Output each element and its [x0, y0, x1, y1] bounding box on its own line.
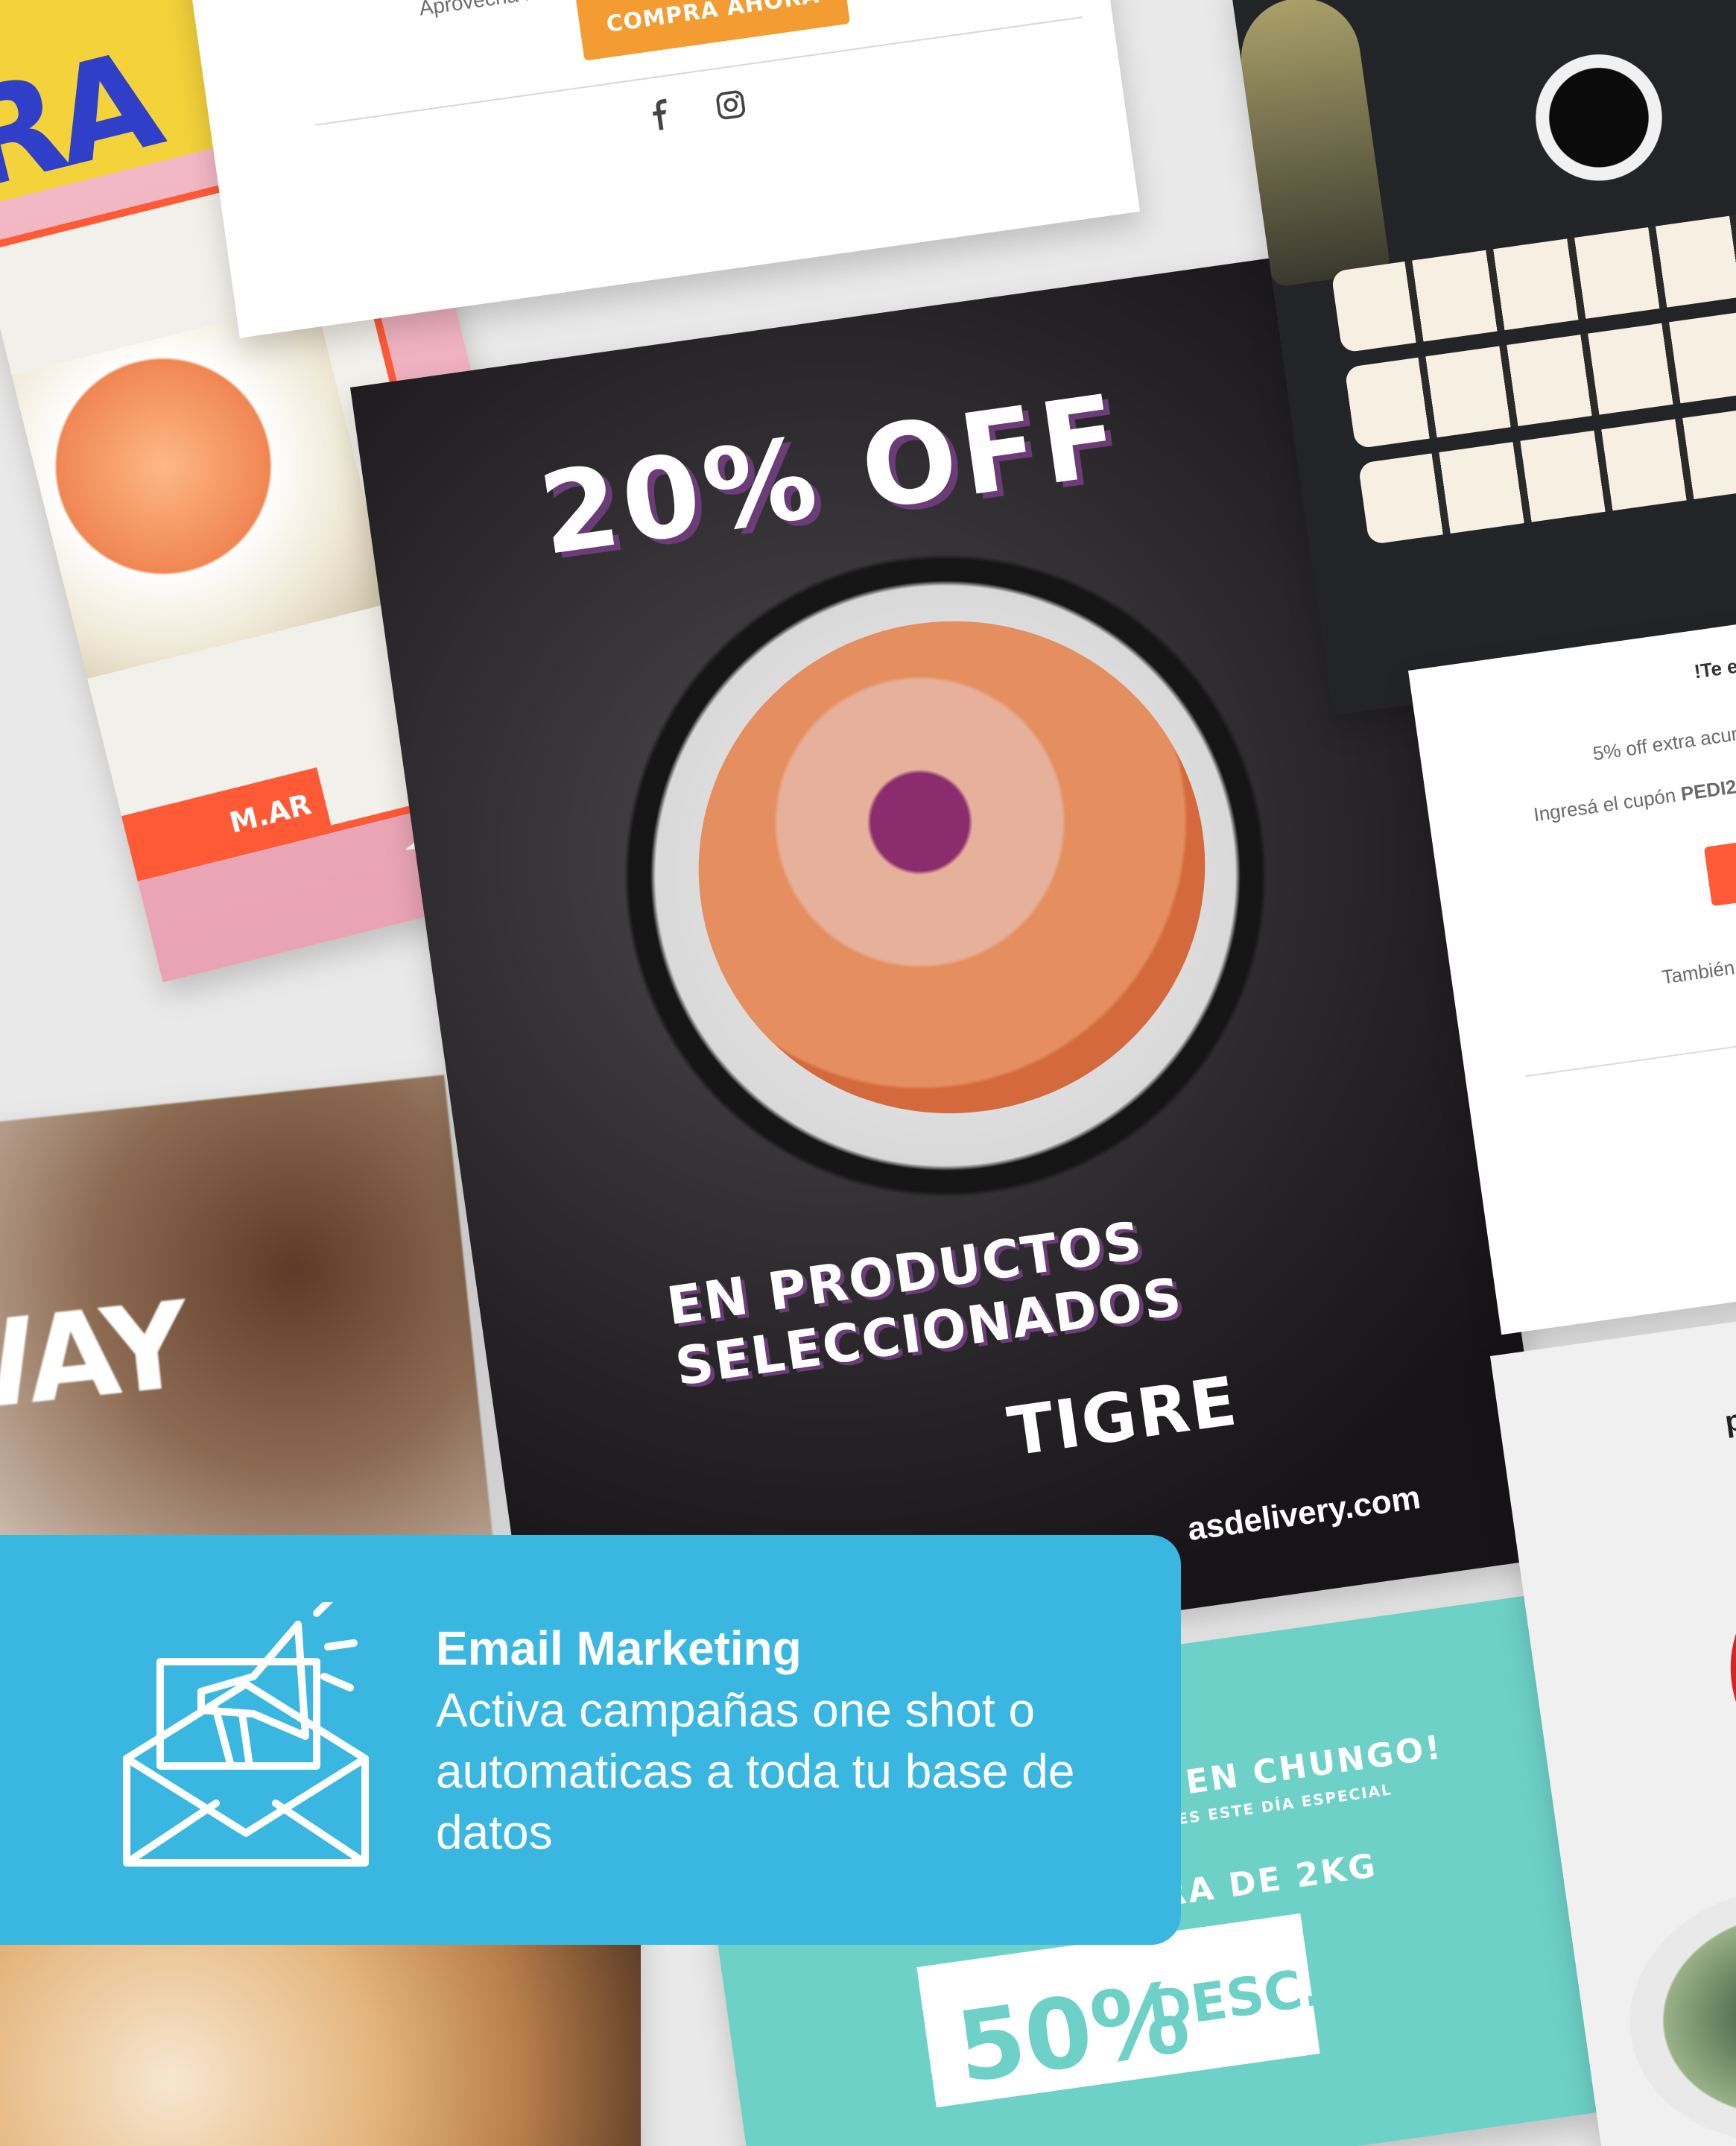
coupon-prefix: Ingresá el cupón [1532, 782, 1683, 826]
callout-title: Email Marketing [436, 1621, 802, 1675]
email-footer-card: Aprovechá las mejores p COMPRÁ AHORA [171, 0, 1140, 338]
hero-brand: TIGRE [1003, 1362, 1243, 1472]
salad-bowl-image [1613, 1867, 1736, 2146]
buy-now-button[interactable]: COMPRÁ AHORA [575, 0, 851, 61]
wine-glass-image [1233, 0, 1391, 288]
right-food-heading: pe [1723, 1401, 1736, 1439]
divider [1525, 1017, 1736, 1077]
coupon-line-2: Ingresá el cupón PEDI2020 y [1532, 768, 1736, 826]
email-megaphone-icon [123, 1602, 369, 1867]
collage: RA M.AR WAY Aprovechá las mejores p COMP… [0, 0, 1736, 2146]
left-blurred-headline: WAY [0, 1275, 192, 1443]
coupon-title: !Te extr [1692, 651, 1736, 683]
soy-sauce-bowl-image [1527, 45, 1670, 189]
coupon-line-3: También podes [1660, 948, 1736, 989]
facebook-icon[interactable] [643, 96, 680, 133]
hero-url[interactable]: asdelivery.com [1185, 1479, 1423, 1548]
email-marketing-callout: Email Marketing Activa campañas one shot… [0, 1535, 1181, 1945]
coupon-code: PEDI2020 [1679, 770, 1736, 805]
instagram-icon[interactable] [712, 86, 750, 124]
coupon-line-1: 5% off extra acumulab [1591, 715, 1736, 765]
order-button[interactable]: PE [1703, 816, 1736, 907]
tomato-image [1716, 1541, 1736, 1794]
social-links [643, 86, 750, 133]
callout-body: Activa campañas one shot o automaticas a… [436, 1683, 1075, 1859]
